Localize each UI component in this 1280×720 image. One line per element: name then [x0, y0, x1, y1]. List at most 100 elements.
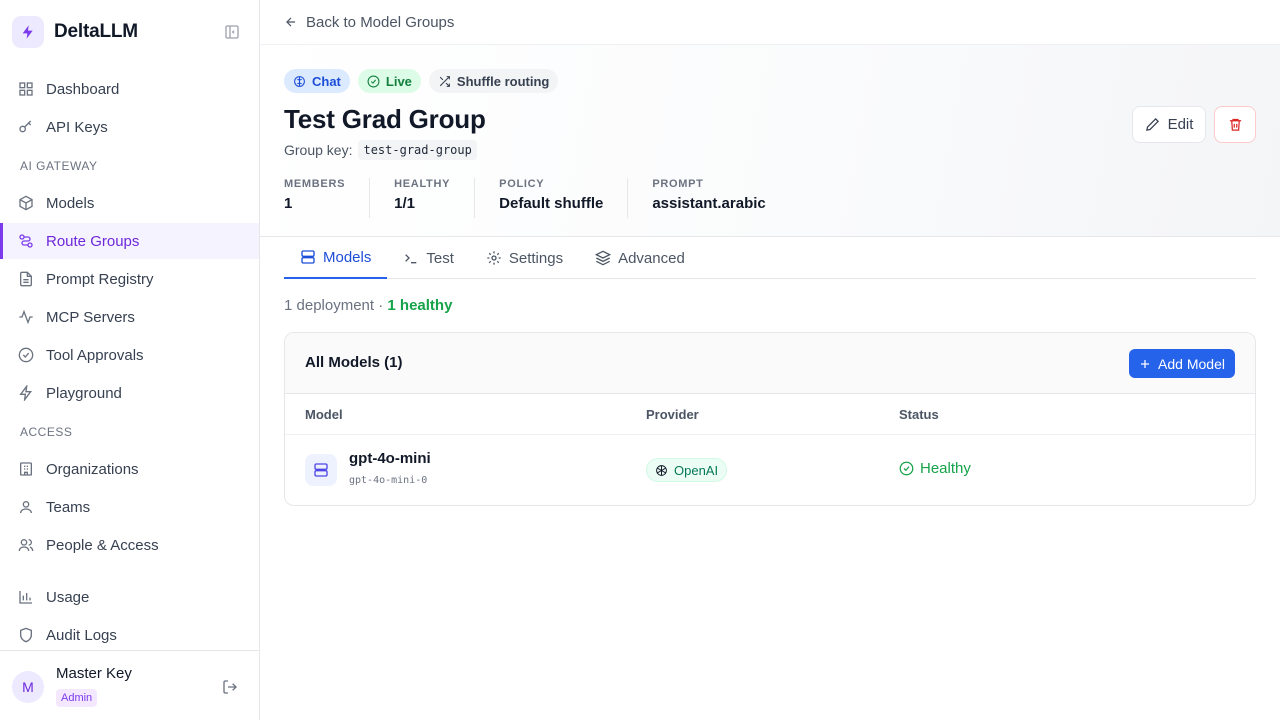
sidebar-item-tool-approvals[interactable]: Tool Approvals — [0, 337, 259, 373]
sidebar-item-label: Usage — [46, 588, 90, 606]
deployment-count: 1 deployment · — [284, 297, 384, 314]
sidebar-item-prompt-registry[interactable]: Prompt Registry — [0, 261, 259, 297]
user-panel: M Master Key Admin — [0, 650, 259, 720]
plus-icon — [1141, 359, 1150, 368]
tab-advanced[interactable]: Advanced — [579, 237, 701, 279]
dashboard-icon — [19, 82, 33, 96]
stat-policy: POLICY Default shuffle — [499, 178, 629, 218]
group-stats: MEMBERS 1 HEALTHY 1/1 POLICY Default shu… — [284, 178, 814, 218]
sidebar-item-label: Dashboard — [46, 80, 120, 98]
sidebar: DeltaLLM Dashboard API Keys AI GATEWAY M… — [0, 0, 260, 720]
sidebar-collapse-icon[interactable] — [224, 24, 242, 42]
shield-icon — [20, 627, 32, 643]
models-card-title: All Models (1) — [305, 354, 403, 371]
tab-settings[interactable]: Settings — [470, 237, 579, 279]
chat-badge: Chat — [284, 69, 350, 93]
stat-members: MEMBERS 1 — [284, 178, 371, 218]
pencil-icon — [1145, 117, 1159, 131]
page-title: Test Grad Group — [284, 104, 486, 134]
stat-value: 1 — [284, 195, 293, 212]
stat-label: PROMPT — [652, 178, 704, 190]
column-header-model: Model — [305, 407, 343, 422]
activity-icon — [19, 309, 33, 325]
routing-badge: Shuffle routing — [428, 69, 559, 93]
sidebar-nav: Dashboard API Keys AI GATEWAY Models Rou… — [0, 71, 259, 655]
user-icon — [20, 501, 32, 514]
routing-badge-label: Shuffle routing — [456, 73, 550, 89]
healthy-count: 1 healthy — [387, 297, 453, 314]
users-icon — [18, 539, 34, 552]
group-key: Group key: test-grad-group — [284, 140, 477, 160]
sidebar-item-mcp-servers[interactable]: MCP Servers — [0, 299, 259, 335]
sidebar-item-api-keys[interactable]: API Keys — [0, 109, 259, 145]
tab-label: Settings — [508, 249, 564, 267]
back-to-model-groups-link[interactable]: Back to Model Groups — [284, 14, 454, 31]
topbar: Back to Model Groups — [260, 0, 1280, 45]
stat-label: MEMBERS — [284, 178, 346, 190]
sidebar-item-label: Tool Approvals — [46, 346, 144, 364]
add-model-button[interactable]: Add Model — [1129, 349, 1235, 378]
sidebar-item-label: Route Groups — [46, 232, 140, 250]
app-name: DeltaLLM — [54, 21, 138, 42]
server-icon — [301, 250, 315, 264]
stat-value: assistant.arabic — [652, 195, 766, 212]
arrow-left-icon — [286, 17, 296, 27]
table-header: Model Provider Status — [285, 394, 1255, 435]
sidebar-item-people-access[interactable]: People & Access — [0, 527, 259, 563]
tab-label: Advanced — [618, 249, 685, 267]
stat-label: HEALTHY — [394, 178, 451, 190]
sidebar-item-teams[interactable]: Teams — [0, 489, 259, 525]
brand[interactable]: DeltaLLM — [12, 16, 138, 48]
stat-healthy: HEALTHY 1/1 — [394, 178, 476, 218]
terminal-icon — [405, 254, 417, 264]
edit-button[interactable]: Edit — [1132, 106, 1206, 143]
sidebar-item-models[interactable]: Models — [0, 185, 259, 221]
check-circle-icon — [367, 75, 380, 87]
check-circle-icon — [18, 347, 34, 363]
live-badge: Live — [357, 69, 421, 93]
sidebar-item-label: MCP Servers — [46, 308, 135, 326]
sidebar-item-label: Playground — [46, 384, 122, 402]
stat-value: 1/1 — [394, 195, 415, 212]
server-icon — [305, 454, 337, 486]
models-card: All Models (1) Add Model Model Provider … — [284, 332, 1256, 506]
deployment-summary: 1 deployment · 1 healthy — [284, 297, 452, 314]
sidebar-item-playground[interactable]: Playground — [0, 375, 259, 411]
sidebar-item-organizations[interactable]: Organizations — [0, 451, 259, 487]
main-content: Back to Model Groups Chat Live Shuffle r… — [260, 0, 1280, 720]
group-badges: Chat Live Shuffle routing — [284, 69, 559, 93]
sidebar-item-label: API Keys — [46, 118, 108, 136]
cube-icon — [19, 195, 33, 211]
delete-button[interactable] — [1214, 106, 1256, 143]
tab-models[interactable]: Models — [284, 237, 388, 279]
user-name: Master Key — [56, 665, 132, 682]
group-key-label: Group key: — [284, 142, 353, 158]
avatar[interactable]: M — [12, 671, 44, 703]
document-icon — [20, 271, 32, 287]
sidebar-item-audit-logs[interactable]: Audit Logs — [0, 617, 259, 653]
sidebar-item-label: Teams — [46, 498, 91, 516]
sidebar-item-route-groups[interactable]: Route Groups — [0, 223, 259, 259]
tab-label: Test — [426, 249, 454, 267]
sidebar-item-label: People & Access — [46, 536, 159, 554]
tab-test[interactable]: Test — [387, 237, 470, 279]
model-deployment-id: gpt-4o-mini-0 — [349, 475, 428, 486]
sidebar-item-dashboard[interactable]: Dashboard — [0, 71, 259, 107]
check-circle-icon — [899, 461, 914, 476]
column-header-provider: Provider — [646, 407, 699, 422]
tab-label: Models — [323, 248, 372, 266]
stat-prompt: PROMPT assistant.arabic — [652, 178, 789, 218]
group-header: Chat Live Shuffle routing Test Grad Grou… — [260, 45, 1280, 237]
gear-icon — [487, 251, 501, 265]
brain-icon — [294, 75, 305, 87]
status-healthy: Healthy — [899, 460, 971, 477]
sidebar-item-usage[interactable]: Usage — [0, 579, 259, 615]
user-role-badge: Admin — [56, 689, 98, 707]
provider-badge: OpenAI — [646, 458, 728, 482]
sidebar-item-label: Models — [46, 194, 95, 212]
group-key-value: test-grad-group — [358, 140, 477, 160]
logout-icon[interactable] — [222, 679, 240, 697]
table-row[interactable]: gpt-4o-mini gpt-4o-mini-0 OpenAI Healthy — [285, 435, 1255, 505]
column-header-status: Status — [899, 407, 939, 422]
